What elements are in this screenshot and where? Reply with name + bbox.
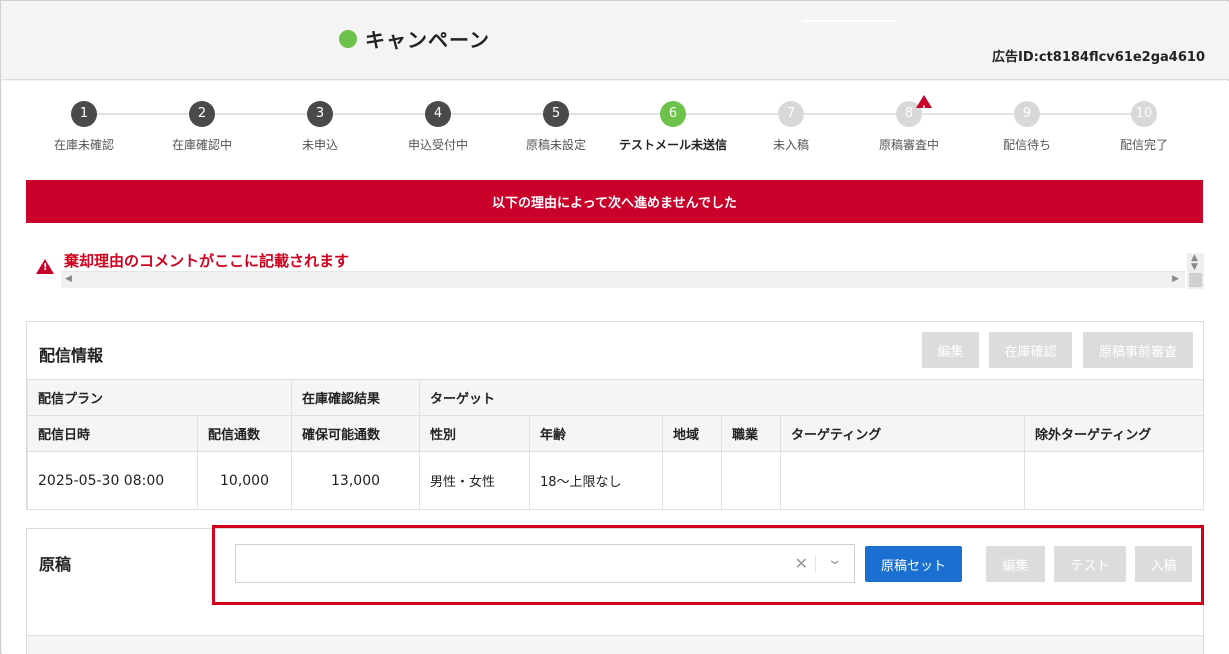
step-label: 配信完了 xyxy=(1119,138,1168,152)
group-header-target: ターゲット xyxy=(419,379,1205,416)
group-header-plan: 配信プラン xyxy=(26,379,293,416)
main-content: 1 在庫未確認 2 在庫確認中 3 未申込 4 申込受付中 5 原稿未設定 6 … xyxy=(2,81,1229,654)
step-number: 6 xyxy=(660,101,686,127)
reject-reason-text: 棄却理由のコメントがここに記載されます xyxy=(64,251,350,270)
step-label: 在庫未確認 xyxy=(53,138,114,152)
step-5: 5 原稿未設定 xyxy=(496,101,616,153)
table-group-header-row: 配信プラン 在庫確認結果 ターゲット xyxy=(26,379,1205,416)
col-datetime: 配信日時 xyxy=(27,415,198,452)
scroll-right-icon[interactable]: ▶ xyxy=(1172,274,1179,284)
test-button[interactable]: テスト xyxy=(1054,546,1126,582)
table-row: 2025-05-30 08:00 10,000 13,000 男性・女性 18～… xyxy=(27,451,1205,510)
step-number: 3 xyxy=(307,101,333,127)
step-6: 6 テストメール未送信 xyxy=(613,101,733,153)
error-banner: 以下の理由によって次へ進めませんでした xyxy=(26,180,1203,223)
manuscript-panel: 原稿 ✕ ⌄ 原稿セット 編集 テスト 入稿 xyxy=(26,525,1204,654)
manuscript-edit-button[interactable]: 編集 xyxy=(986,546,1045,582)
step-number: 10 xyxy=(1131,101,1157,127)
step-label: 配信待ち xyxy=(1002,138,1051,152)
horizontal-scrollbar[interactable]: ◀ ▶ xyxy=(61,271,1185,288)
col-secured: 確保可能通数 xyxy=(291,415,421,452)
app-frame: キャンペーン 広告ID:ct8184flcv61e2ga4610 1 在庫未確認… xyxy=(0,0,1229,654)
col-gender: 性別 xyxy=(419,415,531,452)
step-number: 1 xyxy=(71,101,97,127)
step-8: 8 ! 原稿審査中 xyxy=(849,95,969,153)
scroll-thumb[interactable] xyxy=(1189,273,1202,287)
cell-secured: 13,000 xyxy=(291,451,421,510)
edit-button[interactable]: 編集 xyxy=(922,332,979,368)
step-number: 5 xyxy=(543,101,569,127)
group-header-stock: 在庫確認結果 xyxy=(291,379,421,416)
manuscript-title: 原稿 xyxy=(39,555,72,574)
step-2: 2 在庫確認中 xyxy=(142,101,262,153)
clear-icon[interactable]: ✕ xyxy=(795,554,808,573)
cell-job xyxy=(721,451,782,510)
delivery-table: 配信プラン 在庫確認結果 ターゲット 配信日時 配信通数 確保可能通数 性別 年… xyxy=(26,379,1205,510)
step-number: 7 xyxy=(778,101,804,127)
step-label: 原稿審査中 xyxy=(878,138,939,152)
set-manuscript-button[interactable]: 原稿セット xyxy=(865,546,962,582)
step-label: 申込受付中 xyxy=(407,138,468,152)
cell-targeting xyxy=(780,451,1026,510)
cell-gender: 男性・女性 xyxy=(419,451,531,510)
warning-icon: ! xyxy=(36,259,54,275)
col-exclude: 除外ターゲティング xyxy=(1024,415,1205,452)
pre-review-button[interactable]: 原稿事前審査 xyxy=(1083,332,1193,368)
step-number: 9 xyxy=(1014,101,1040,127)
col-region: 地域 xyxy=(662,415,723,452)
scroll-down-icon[interactable]: ▼ xyxy=(1191,262,1198,272)
table-header-row: 配信日時 配信通数 確保可能通数 性別 年齢 地域 職業 ターゲティング 除外タ… xyxy=(27,415,1205,452)
title-wrap: キャンペーン xyxy=(339,24,490,53)
col-count: 配信通数 xyxy=(196,415,293,452)
stock-check-button[interactable]: 在庫確認 xyxy=(989,332,1072,368)
step-label: 原稿未設定 xyxy=(525,138,586,152)
step-1: 1 在庫未確認 xyxy=(24,101,144,153)
scroll-left-icon[interactable]: ◀ xyxy=(65,274,72,284)
page-header: キャンペーン 広告ID:ct8184flcv61e2ga4610 xyxy=(2,2,1229,80)
step-number: 4 xyxy=(425,101,451,127)
step-7: 7 未入稿 xyxy=(731,101,851,153)
delivery-info-title: 配信情報 xyxy=(39,346,104,365)
cell-datetime: 2025-05-30 08:00 xyxy=(27,451,198,510)
delivery-info-panel: 配信情報 編集 在庫確認 原稿事前審査 配信プラン 在庫確認結果 ターゲット 配… xyxy=(26,321,1205,510)
step-label: 未入稿 xyxy=(772,138,809,152)
submit-button[interactable]: 入稿 xyxy=(1135,546,1192,582)
cell-count: 10,000 xyxy=(196,451,293,510)
cell-age: 18～上限なし xyxy=(529,451,664,510)
warning-icon: ! xyxy=(916,95,932,115)
ad-id: 広告ID:ct8184flcv61e2ga4610 xyxy=(992,50,1205,65)
step-number: 2 xyxy=(189,101,215,127)
step-3: 3 未申込 xyxy=(260,101,380,153)
manuscript-select[interactable]: ✕ ⌄ xyxy=(235,544,855,583)
cell-region xyxy=(662,451,723,510)
manuscript-footer xyxy=(27,635,1203,654)
header-divider xyxy=(802,20,897,22)
cell-exclude xyxy=(1024,451,1205,510)
step-9: 9 配信待ち xyxy=(967,101,1087,153)
col-targeting: ターゲティング xyxy=(780,415,1026,452)
step-label: 在庫確認中 xyxy=(171,138,232,152)
step-label: 未申込 xyxy=(301,138,338,152)
step-4: 4 申込受付中 xyxy=(378,101,498,153)
chevron-down-icon[interactable]: ⌄ xyxy=(827,552,843,568)
step-10: 10 配信完了 xyxy=(1084,101,1204,153)
vertical-scrollbar[interactable]: ▲ ▼ xyxy=(1187,253,1204,289)
col-job: 職業 xyxy=(721,415,782,452)
status-dot-icon xyxy=(339,29,357,48)
col-age: 年齢 xyxy=(529,415,664,452)
page-title: キャンペーン xyxy=(365,28,490,52)
step-label: テストメール未送信 xyxy=(618,138,727,152)
select-separator xyxy=(815,555,816,573)
step-number-wrap: 8 ! xyxy=(896,95,932,127)
step-number: 8 xyxy=(904,106,914,121)
